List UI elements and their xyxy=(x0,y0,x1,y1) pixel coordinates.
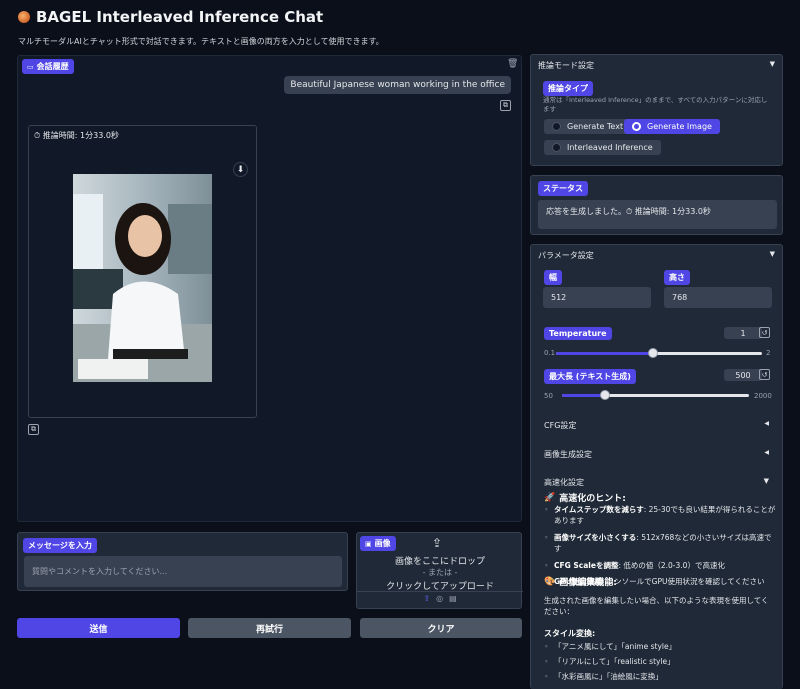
inference-mode-panel: 推論モード設定 ▼ 推論タイプ 通常は「Interleaved Inferenc… xyxy=(530,54,783,166)
copy-bot-message-icon[interactable]: ⧉ xyxy=(28,424,39,435)
radio-generate-text[interactable]: Generate Text xyxy=(544,119,632,134)
user-message-text: Beautiful Japanese woman working in the … xyxy=(290,80,505,90)
max-length-max: 2000 xyxy=(754,392,772,400)
upload-source-icons: ⇪ ◎ ▤ xyxy=(357,591,523,603)
temperature-max: 2 xyxy=(766,349,771,357)
copy-user-message-icon[interactable]: ⧉ xyxy=(500,100,511,111)
app-subtitle: マルチモーダルAIとチャット形式で対話できます。テキストと画像の両方を入力として… xyxy=(18,37,384,46)
message-placeholder: 質問やコメントを入力してください... xyxy=(32,567,168,576)
message-input[interactable]: 質問やコメントを入力してください... xyxy=(24,556,342,587)
or-text: - または - xyxy=(422,568,458,577)
app-title-text: BAGEL Interleaved Inference Chat xyxy=(36,8,324,26)
drop-text: 画像をここにドロップ xyxy=(394,557,485,567)
hint-item: 画像サイズを小さくする: 512x768などの小さいサイズは高速です xyxy=(544,533,776,555)
style-item: 「水彩画風に」「油絵風に変換」 xyxy=(544,672,776,683)
collapse-arrow-icon: ▼ xyxy=(763,477,769,485)
max-length-min: 50 xyxy=(544,392,553,400)
inference-type-label: 推論タイプ xyxy=(543,81,593,96)
cfg-settings-accordion[interactable]: CFG設定 ◀ xyxy=(544,420,769,431)
chat-history-label: ▭ 会話履歴 xyxy=(22,59,74,74)
retry-button[interactable]: 再試行 xyxy=(188,618,351,638)
style-item: 「リアルにして」「realistic style」 xyxy=(544,657,776,668)
upload-icon: ⇪ xyxy=(432,536,443,550)
temperature-slider[interactable] xyxy=(556,348,762,360)
inference-mode-header[interactable]: 推論モード設定 ▼ xyxy=(538,60,775,71)
clear-button[interactable]: クリア xyxy=(360,618,522,638)
style-transform-title: スタイル変換: xyxy=(544,629,596,638)
inference-type-description: 通常は「Interleaved Inference」のままで、すべての入力パター… xyxy=(543,96,768,113)
download-icon[interactable]: ⬇ xyxy=(233,162,248,177)
expand-arrow-icon: ◀ xyxy=(764,420,769,427)
expand-arrow-icon: ◀ xyxy=(764,449,769,456)
image-icon: ▣ xyxy=(365,539,372,548)
send-button[interactable]: 送信 xyxy=(17,618,180,638)
hint-item: タイムステップ数を減らす: 25-30でも良い結果が得られることがあります xyxy=(544,505,776,527)
status-text-box: 応答を生成しました。⏱ 推論時間: 1分33.0秒 xyxy=(538,200,777,229)
radio-generate-image[interactable]: Generate Image xyxy=(624,119,720,134)
chat-history-panel: ▭ 会話履歴 🗑 Beautiful Japanese woman workin… xyxy=(17,55,522,522)
style-item: 「アニメ風にして」「anime style」 xyxy=(544,642,776,653)
response-time-text: ⏱ 推論時間: 1分33.0秒 xyxy=(34,131,119,140)
edit-feature-description: 生成された画像を編集したい場合、以下のような表現を使用してください： xyxy=(544,596,769,617)
params-header[interactable]: パラメータ設定 ▼ xyxy=(538,250,775,261)
temperature-slider-fill xyxy=(556,352,653,355)
height-input[interactable]: 768 xyxy=(664,287,772,308)
message-input-panel: メッセージを入力 質問やコメントを入力してください... xyxy=(17,532,348,591)
temperature-label: Temperature xyxy=(544,327,612,340)
rocket-icon: 🚀 xyxy=(544,492,556,503)
chat-icon: ▭ xyxy=(27,62,34,71)
radio-dot-icon xyxy=(552,143,561,152)
height-label: 高さ xyxy=(664,270,690,285)
max-length-reset-icon[interactable]: ↺ xyxy=(759,369,770,380)
temperature-min: 0.1 xyxy=(544,349,556,357)
radio-dot-icon xyxy=(552,122,561,131)
clipboard-icon[interactable]: ▤ xyxy=(449,594,457,603)
temperature-reset-icon[interactable]: ↺ xyxy=(759,327,770,338)
edit-feature-title: 🎨 画像編集機能: xyxy=(544,576,617,589)
temperature-value-input[interactable]: 1 xyxy=(724,327,762,339)
collapse-arrow-icon: ▼ xyxy=(769,60,775,68)
max-length-slider-fill xyxy=(562,394,605,397)
upload-file-icon[interactable]: ⇪ xyxy=(423,594,430,603)
app-title: BAGEL Interleaved Inference Chat xyxy=(18,8,323,26)
width-label: 幅 xyxy=(544,270,562,285)
collapse-arrow-icon: ▼ xyxy=(769,250,775,258)
temperature-slider-thumb[interactable] xyxy=(648,348,658,358)
generated-image xyxy=(73,174,212,382)
user-message-bubble: Beautiful Japanese woman working in the … xyxy=(284,76,511,94)
max-length-label: 最大長 (テキスト生成) xyxy=(544,369,636,384)
message-input-label: メッセージを入力 xyxy=(23,538,97,553)
radio-dot-selected-icon xyxy=(632,122,641,131)
image-gen-settings-accordion[interactable]: 画像生成設定 ◀ xyxy=(544,449,769,460)
max-length-slider-thumb[interactable] xyxy=(600,390,610,400)
width-input[interactable]: 512 xyxy=(543,287,651,308)
max-length-value-input[interactable]: 500 xyxy=(724,369,762,381)
status-label: ステータス xyxy=(538,181,588,196)
trash-icon[interactable]: 🗑 xyxy=(507,59,518,69)
image-upload-panel[interactable]: ▣ 画像 ⇪ 画像をここにドロップ - または - クリックしてアップロード ⇪… xyxy=(356,532,523,609)
hint-item: CFG Scaleを調整: 低めの値（2.0-3.0）で高速化 xyxy=(544,561,776,572)
webcam-icon[interactable]: ◎ xyxy=(436,594,443,603)
params-panel: パラメータ設定 ▼ 幅 512 高さ 768 Temperature 1 ↺ 0… xyxy=(530,244,783,689)
speed-hints-title: 🚀 高速化のヒント: xyxy=(544,492,626,505)
palette-icon: 🎨 xyxy=(544,576,556,587)
style-transform-list: 「アニメ風にして」「anime style」 「リアルにして」「realisti… xyxy=(544,642,776,687)
status-panel: ステータス 応答を生成しました。⏱ 推論時間: 1分33.0秒 xyxy=(530,175,783,235)
radio-interleaved-inference[interactable]: Interleaved Inference xyxy=(544,140,661,155)
bagel-logo-icon xyxy=(18,11,30,23)
max-length-slider[interactable] xyxy=(562,390,749,402)
status-text: 応答を生成しました。⏱ 推論時間: 1分33.0秒 xyxy=(546,207,711,216)
speed-settings-accordion[interactable]: 高速化設定 ▼ xyxy=(544,477,769,488)
image-upload-label: ▣ 画像 xyxy=(360,536,396,551)
bot-message: ⏱ 推論時間: 1分33.0秒 ⬇ xyxy=(28,125,257,418)
